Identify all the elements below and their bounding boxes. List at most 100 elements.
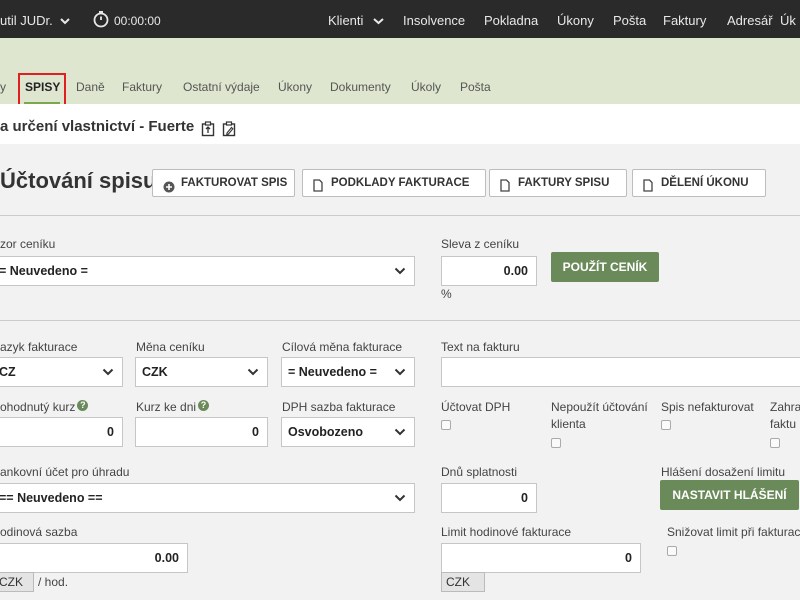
dph-sazba-label: DPH sazba fakturace xyxy=(282,400,396,414)
kurz-ke-dni-value: 0 xyxy=(252,425,259,439)
chevron-down-icon xyxy=(394,494,406,502)
hodinova-sazba-unit: / hod. xyxy=(38,575,69,589)
dohodnuty-kurz-value: 0 xyxy=(107,425,114,439)
fakturovat-spis-label: FAKTUROVAT SPIS xyxy=(181,177,288,189)
sleva-unit: % xyxy=(441,287,452,301)
timer-icon[interactable] xyxy=(92,0,110,42)
limit-fakturace-label: Limit hodinové fakturace xyxy=(441,525,572,539)
dnu-splatnosti-label: Dnů splatnosti xyxy=(441,465,518,479)
sleva-value: 0.00 xyxy=(503,264,528,278)
jazyk-fakturace-label: azyk fakturace xyxy=(0,340,78,354)
spis-nefakturovat-checkbox[interactable] xyxy=(661,420,671,430)
chevron-down-icon xyxy=(102,368,114,376)
nav-faktury[interactable]: Faktury xyxy=(663,0,706,42)
chevron-down-icon xyxy=(394,267,406,275)
uctovat-dph-label: Účtovat DPH xyxy=(441,400,511,414)
deleni-ukonu-button[interactable]: DĚLENÍ ÚKONU xyxy=(632,169,766,197)
spis-nefakturovat-label: Spis nefakturovat xyxy=(661,400,754,414)
bankovni-ucet-label: ankovní účet pro úhradu xyxy=(0,465,130,479)
zahranicni-checkbox[interactable] xyxy=(770,438,780,448)
subnav-item-posta[interactable]: Pošta xyxy=(460,80,491,94)
cilova-mena-label: Cílová měna fakturace xyxy=(282,340,403,354)
text-na-fakturu-input[interactable] xyxy=(441,357,800,387)
nav-klienti[interactable]: Klienti xyxy=(328,0,363,42)
jazyk-fakturace-select[interactable]: CZ xyxy=(0,357,123,387)
vzor-ceniku-value: = Neuvedeno = xyxy=(0,264,88,278)
user-name[interactable]: util JUDr. xyxy=(0,0,53,42)
nastavit-hlaseni-button[interactable]: NASTAVIT HLÁŠENÍ xyxy=(660,480,799,510)
limit-fakturace-currency: CZK xyxy=(441,572,485,592)
hodinova-sazba-input[interactable]: 0.00 xyxy=(0,543,188,573)
user-dropdown-chevron-icon[interactable] xyxy=(60,0,70,42)
text-na-fakturu-label: Text na fakturu xyxy=(441,340,520,354)
dph-sazba-select[interactable]: Osvobozeno xyxy=(281,417,415,447)
podklady-fakturace-label: PODKLADY FAKTURACE xyxy=(331,177,470,189)
copy-icon[interactable] xyxy=(201,121,216,140)
mena-ceniku-value: CZK xyxy=(142,365,168,379)
divider xyxy=(0,320,800,321)
vzor-ceniku-select[interactable]: = Neuvedeno = xyxy=(0,256,415,286)
sleva-input[interactable]: 0.00 xyxy=(441,256,537,286)
hodinova-sazba-label: odinová sazba xyxy=(0,525,78,539)
chevron-down-icon xyxy=(247,368,259,376)
dnu-splatnosti-input[interactable]: 0 xyxy=(441,483,537,513)
subnav-item-dokumenty[interactable]: Dokumenty xyxy=(330,80,391,94)
subnav-item-prev[interactable]: y xyxy=(0,80,6,94)
cilova-mena-value: = Neuvedeno = xyxy=(288,365,377,379)
help-icon[interactable]: ? xyxy=(77,400,89,411)
help-icon[interactable]: ? xyxy=(198,400,210,411)
subnav-item-faktury[interactable]: Faktury xyxy=(122,80,162,94)
sub-navigation xyxy=(0,38,800,104)
dph-sazba-value: Osvobozeno xyxy=(288,425,364,439)
nav-insolvence[interactable]: Insolvence xyxy=(403,0,465,42)
faktury-spisu-button[interactable]: FAKTURY SPISU xyxy=(489,169,627,197)
faktury-spisu-label: FAKTURY SPISU xyxy=(518,177,610,189)
deleni-ukonu-label: DĚLENÍ ÚKONU xyxy=(661,177,749,189)
snizovat-limit-checkbox[interactable] xyxy=(667,546,677,556)
nepouzit-uctovani-label: Nepoužít účtování xyxy=(551,400,648,414)
dohodnuty-kurz-label: ohodnutý kurz? xyxy=(0,400,89,414)
nepouzit-uctovani-checkbox[interactable] xyxy=(551,438,561,448)
subnav-item-ostatni-vydaje[interactable]: Ostatní výdaje xyxy=(183,80,260,94)
edit-icon[interactable] xyxy=(222,121,237,140)
bankovni-ucet-value: == Neuvedeno == xyxy=(0,491,103,505)
sleva-label: Sleva z ceníku xyxy=(441,237,520,251)
subnav-item-ukoly[interactable]: Úkoly xyxy=(411,80,441,94)
nav-pokladna[interactable]: Pokladna xyxy=(484,0,538,42)
limit-fakturace-input[interactable]: 0 xyxy=(441,543,641,573)
podklady-fakturace-button[interactable]: PODKLADY FAKTURACE xyxy=(302,169,486,197)
vzor-ceniku-label: zor ceníku xyxy=(0,237,56,251)
kurz-ke-dni-input[interactable]: 0 xyxy=(135,417,268,447)
chevron-down-icon xyxy=(394,428,406,436)
kurz-ke-dni-label: Kurz ke dni? xyxy=(136,400,210,414)
chevron-down-icon xyxy=(394,368,406,376)
fakturovat-spis-button[interactable]: FAKTUROVAT SPIS xyxy=(152,169,295,197)
limit-fakturace-value: 0 xyxy=(625,551,632,565)
nav-adresar[interactable]: Adresář xyxy=(727,0,773,42)
cilova-mena-select[interactable]: = Neuvedeno = xyxy=(281,357,415,387)
pouzit-cenik-button[interactable]: POUŽÍT CENÍK xyxy=(551,252,659,282)
document-icon xyxy=(500,176,510,192)
dohodnuty-kurz-input[interactable]: 0 xyxy=(0,417,123,447)
nav-ukoly[interactable]: Úk xyxy=(780,0,796,42)
divider xyxy=(0,215,800,216)
uctovat-dph-checkbox[interactable] xyxy=(441,420,451,430)
page-title: a určení vlastnictví - Fuerte xyxy=(0,118,195,135)
timer-value: 00:00:00 xyxy=(114,14,161,28)
hodinova-sazba-value: 0.00 xyxy=(154,551,179,565)
nepouzit-uctovani-label-2: klienta xyxy=(551,417,586,431)
nav-posta[interactable]: Pošta xyxy=(613,0,646,42)
zahranicni-label: Zahra xyxy=(770,400,800,414)
snizovat-limit-label: Snižovat limit při fakturaci xyxy=(667,525,800,539)
mena-ceniku-label: Měna ceníku xyxy=(136,340,205,354)
nav-klienti-chevron-icon[interactable] xyxy=(373,0,384,42)
subnav-item-dane[interactable]: Daně xyxy=(76,80,105,94)
jazyk-fakturace-value: CZ xyxy=(0,365,16,379)
subnav-item-ukony[interactable]: Úkony xyxy=(278,80,312,94)
mena-ceniku-select[interactable]: CZK xyxy=(135,357,268,387)
nav-ukony[interactable]: Úkony xyxy=(557,0,594,42)
section-title: Účtování spisu xyxy=(0,168,157,193)
document-icon xyxy=(643,176,653,192)
bankovni-ucet-select[interactable]: == Neuvedeno == xyxy=(0,483,415,513)
zahranicni-label-2: faktu xyxy=(770,417,797,431)
